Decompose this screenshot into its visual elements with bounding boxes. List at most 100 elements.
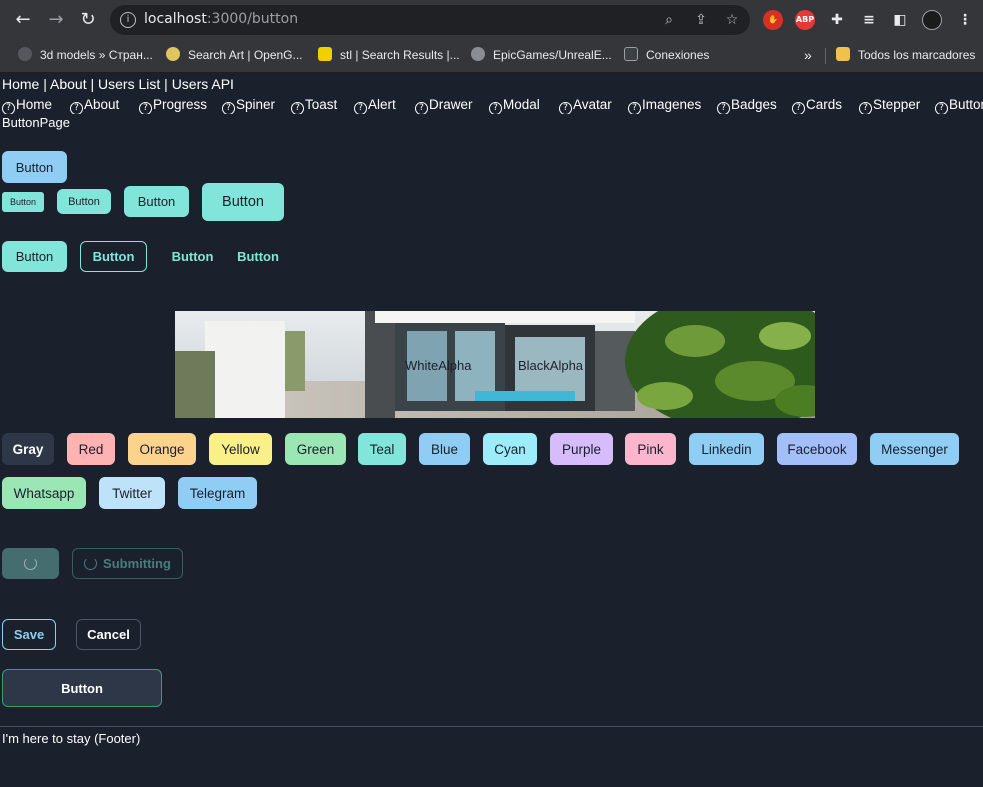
color-button-teal[interactable]: Teal bbox=[358, 433, 406, 465]
bookmarks-overflow-icon[interactable]: » bbox=[804, 46, 812, 64]
route-stepper[interactable]: ? Stepper bbox=[859, 96, 920, 114]
route-avatar[interactable]: ? Avatar bbox=[559, 96, 612, 114]
route-about[interactable]: ? About bbox=[70, 96, 119, 114]
question-icon: ? bbox=[415, 102, 428, 114]
button-variant-solid[interactable]: Button bbox=[2, 241, 67, 272]
nav-link-about[interactable]: About bbox=[50, 76, 87, 92]
bookmark-search-art[interactable]: Search Art | OpenG... bbox=[166, 46, 303, 64]
route-drawer[interactable]: ? Drawer bbox=[415, 96, 473, 114]
color-button-red[interactable]: Red bbox=[67, 433, 115, 465]
route-badges[interactable]: ? Badges bbox=[717, 96, 777, 114]
profile-avatar-icon[interactable] bbox=[922, 10, 942, 30]
abp-icon[interactable]: ABP bbox=[795, 10, 815, 30]
color-button-telegram[interactable]: Telegram bbox=[178, 477, 257, 509]
folder-icon bbox=[836, 47, 850, 61]
color-button-blue[interactable]: Blue bbox=[419, 433, 470, 465]
nav-link-users-api[interactable]: Users API bbox=[172, 76, 234, 92]
color-button-orange[interactable]: Orange bbox=[128, 433, 196, 465]
bookmark-epicgames[interactable]: EpicGames/UnrealE... bbox=[471, 46, 612, 64]
save-button[interactable]: Save bbox=[2, 619, 56, 650]
color-button-purple[interactable]: Purple bbox=[550, 433, 613, 465]
zoom-icon[interactable]: ⌕ bbox=[660, 11, 678, 29]
loading-button-outline[interactable]: Submitting bbox=[72, 548, 183, 579]
route-modal[interactable]: ? Modal bbox=[489, 96, 540, 114]
button-variant-link[interactable]: Button bbox=[232, 241, 284, 272]
color-button-linkedin[interactable]: Linkedin bbox=[689, 433, 764, 465]
browser-menu-icon[interactable]: ⋮ bbox=[955, 10, 975, 30]
color-button-cyan[interactable]: Cyan bbox=[483, 433, 537, 465]
question-icon: ? bbox=[2, 102, 15, 114]
bookmark-conexiones[interactable]: Conexiones bbox=[624, 46, 709, 64]
bookmark-favicon-icon bbox=[318, 47, 332, 61]
extensions-puzzle-icon[interactable]: ✚ bbox=[827, 10, 847, 30]
bookmarks-divider bbox=[825, 48, 826, 64]
hero-image: WhiteAlpha BlackAlpha bbox=[175, 311, 815, 418]
color-button-messenger[interactable]: Messenger bbox=[870, 433, 959, 465]
cancel-button[interactable]: Cancel bbox=[76, 619, 141, 650]
route-label: Modal bbox=[503, 97, 540, 112]
reload-icon[interactable]: ↻ bbox=[77, 9, 99, 31]
bookmark-label: Conexiones bbox=[646, 48, 710, 62]
side-panel-icon[interactable]: ◧ bbox=[890, 10, 910, 30]
adblock-icon[interactable]: ✋ bbox=[763, 10, 783, 30]
route-progress[interactable]: ? Progress bbox=[139, 96, 207, 114]
wide-button[interactable]: Button bbox=[2, 669, 162, 707]
address-bar[interactable]: i localhost:3000/button ⌕ ⇪ ☆ bbox=[110, 5, 750, 35]
button-size-lg[interactable]: Button bbox=[202, 183, 284, 221]
question-icon: ? bbox=[354, 102, 367, 114]
bookmark-label: stl | Search Results |... bbox=[340, 48, 460, 62]
color-button-twitter[interactable]: Twitter bbox=[99, 477, 165, 509]
url-host: localhost bbox=[144, 11, 207, 27]
color-button-facebook[interactable]: Facebook bbox=[777, 433, 857, 465]
question-icon: ? bbox=[222, 102, 235, 114]
white-alpha-button[interactable]: WhiteAlpha bbox=[405, 358, 471, 373]
url-path: :3000/button bbox=[206, 11, 299, 27]
color-button-yellow[interactable]: Yellow bbox=[209, 433, 272, 465]
button-size-xs[interactable]: Button bbox=[2, 192, 44, 212]
route-label: Alert bbox=[368, 97, 396, 112]
question-icon: ? bbox=[291, 102, 304, 114]
route-label: Badges bbox=[731, 97, 777, 112]
bookmark-stl-search[interactable]: stl | Search Results |... bbox=[318, 46, 460, 64]
black-alpha-button[interactable]: BlackAlpha bbox=[518, 358, 583, 373]
loading-button-solid[interactable] bbox=[2, 548, 59, 579]
button-variant-ghost[interactable]: Button bbox=[160, 241, 225, 272]
question-icon: ? bbox=[139, 102, 152, 114]
route-imagenes[interactable]: ? Imagenes bbox=[628, 96, 701, 114]
question-icon: ? bbox=[70, 102, 83, 114]
nav-link-users-list[interactable]: Users List bbox=[98, 76, 160, 92]
color-button-gray[interactable]: Gray bbox=[2, 433, 54, 465]
github-icon bbox=[471, 47, 485, 61]
route-button[interactable]: ?Button bbox=[935, 96, 983, 114]
url-text[interactable]: localhost:3000/button bbox=[144, 11, 298, 27]
default-button[interactable]: Button bbox=[2, 151, 67, 183]
bookmark-label: Todos los marcadores bbox=[858, 48, 976, 62]
route-label: Drawer bbox=[429, 97, 473, 112]
route-toast[interactable]: ? Toast bbox=[291, 96, 337, 114]
spinner-icon bbox=[84, 557, 98, 570]
nav-link-home[interactable]: Home bbox=[2, 76, 39, 92]
route-cards[interactable]: ? Cards bbox=[792, 96, 842, 114]
back-icon[interactable]: ← bbox=[12, 9, 34, 31]
nav-separator: | bbox=[160, 76, 172, 92]
color-button-pink[interactable]: Pink bbox=[625, 433, 676, 465]
bookmark-label: EpicGames/UnrealE... bbox=[493, 48, 612, 62]
color-button-whatsapp[interactable]: Whatsapp bbox=[2, 477, 86, 509]
route-alert[interactable]: ? Alert bbox=[354, 96, 396, 114]
question-icon: ? bbox=[559, 102, 572, 114]
share-icon[interactable]: ⇪ bbox=[692, 11, 710, 29]
button-size-md[interactable]: Button bbox=[124, 186, 189, 217]
color-button-green[interactable]: Green bbox=[285, 433, 346, 465]
route-home[interactable]: ? Home bbox=[2, 96, 52, 114]
button-variant-outline[interactable]: Button bbox=[80, 241, 147, 272]
site-info-icon[interactable]: i bbox=[120, 12, 136, 28]
forward-icon[interactable]: → bbox=[45, 9, 67, 31]
route-spiner[interactable]: ? Spiner bbox=[222, 96, 275, 114]
bookmark-3d-models[interactable]: 3d models » Стран... bbox=[18, 46, 153, 64]
button-size-sm[interactable]: Button bbox=[57, 189, 111, 214]
media-queue-icon[interactable]: ≡ bbox=[859, 10, 879, 30]
bookmark-star-icon[interactable]: ☆ bbox=[723, 11, 741, 29]
question-icon: ? bbox=[628, 102, 641, 114]
bookmark-all-bookmarks[interactable]: Todos los marcadores bbox=[836, 46, 975, 64]
spinner-icon bbox=[24, 557, 37, 570]
